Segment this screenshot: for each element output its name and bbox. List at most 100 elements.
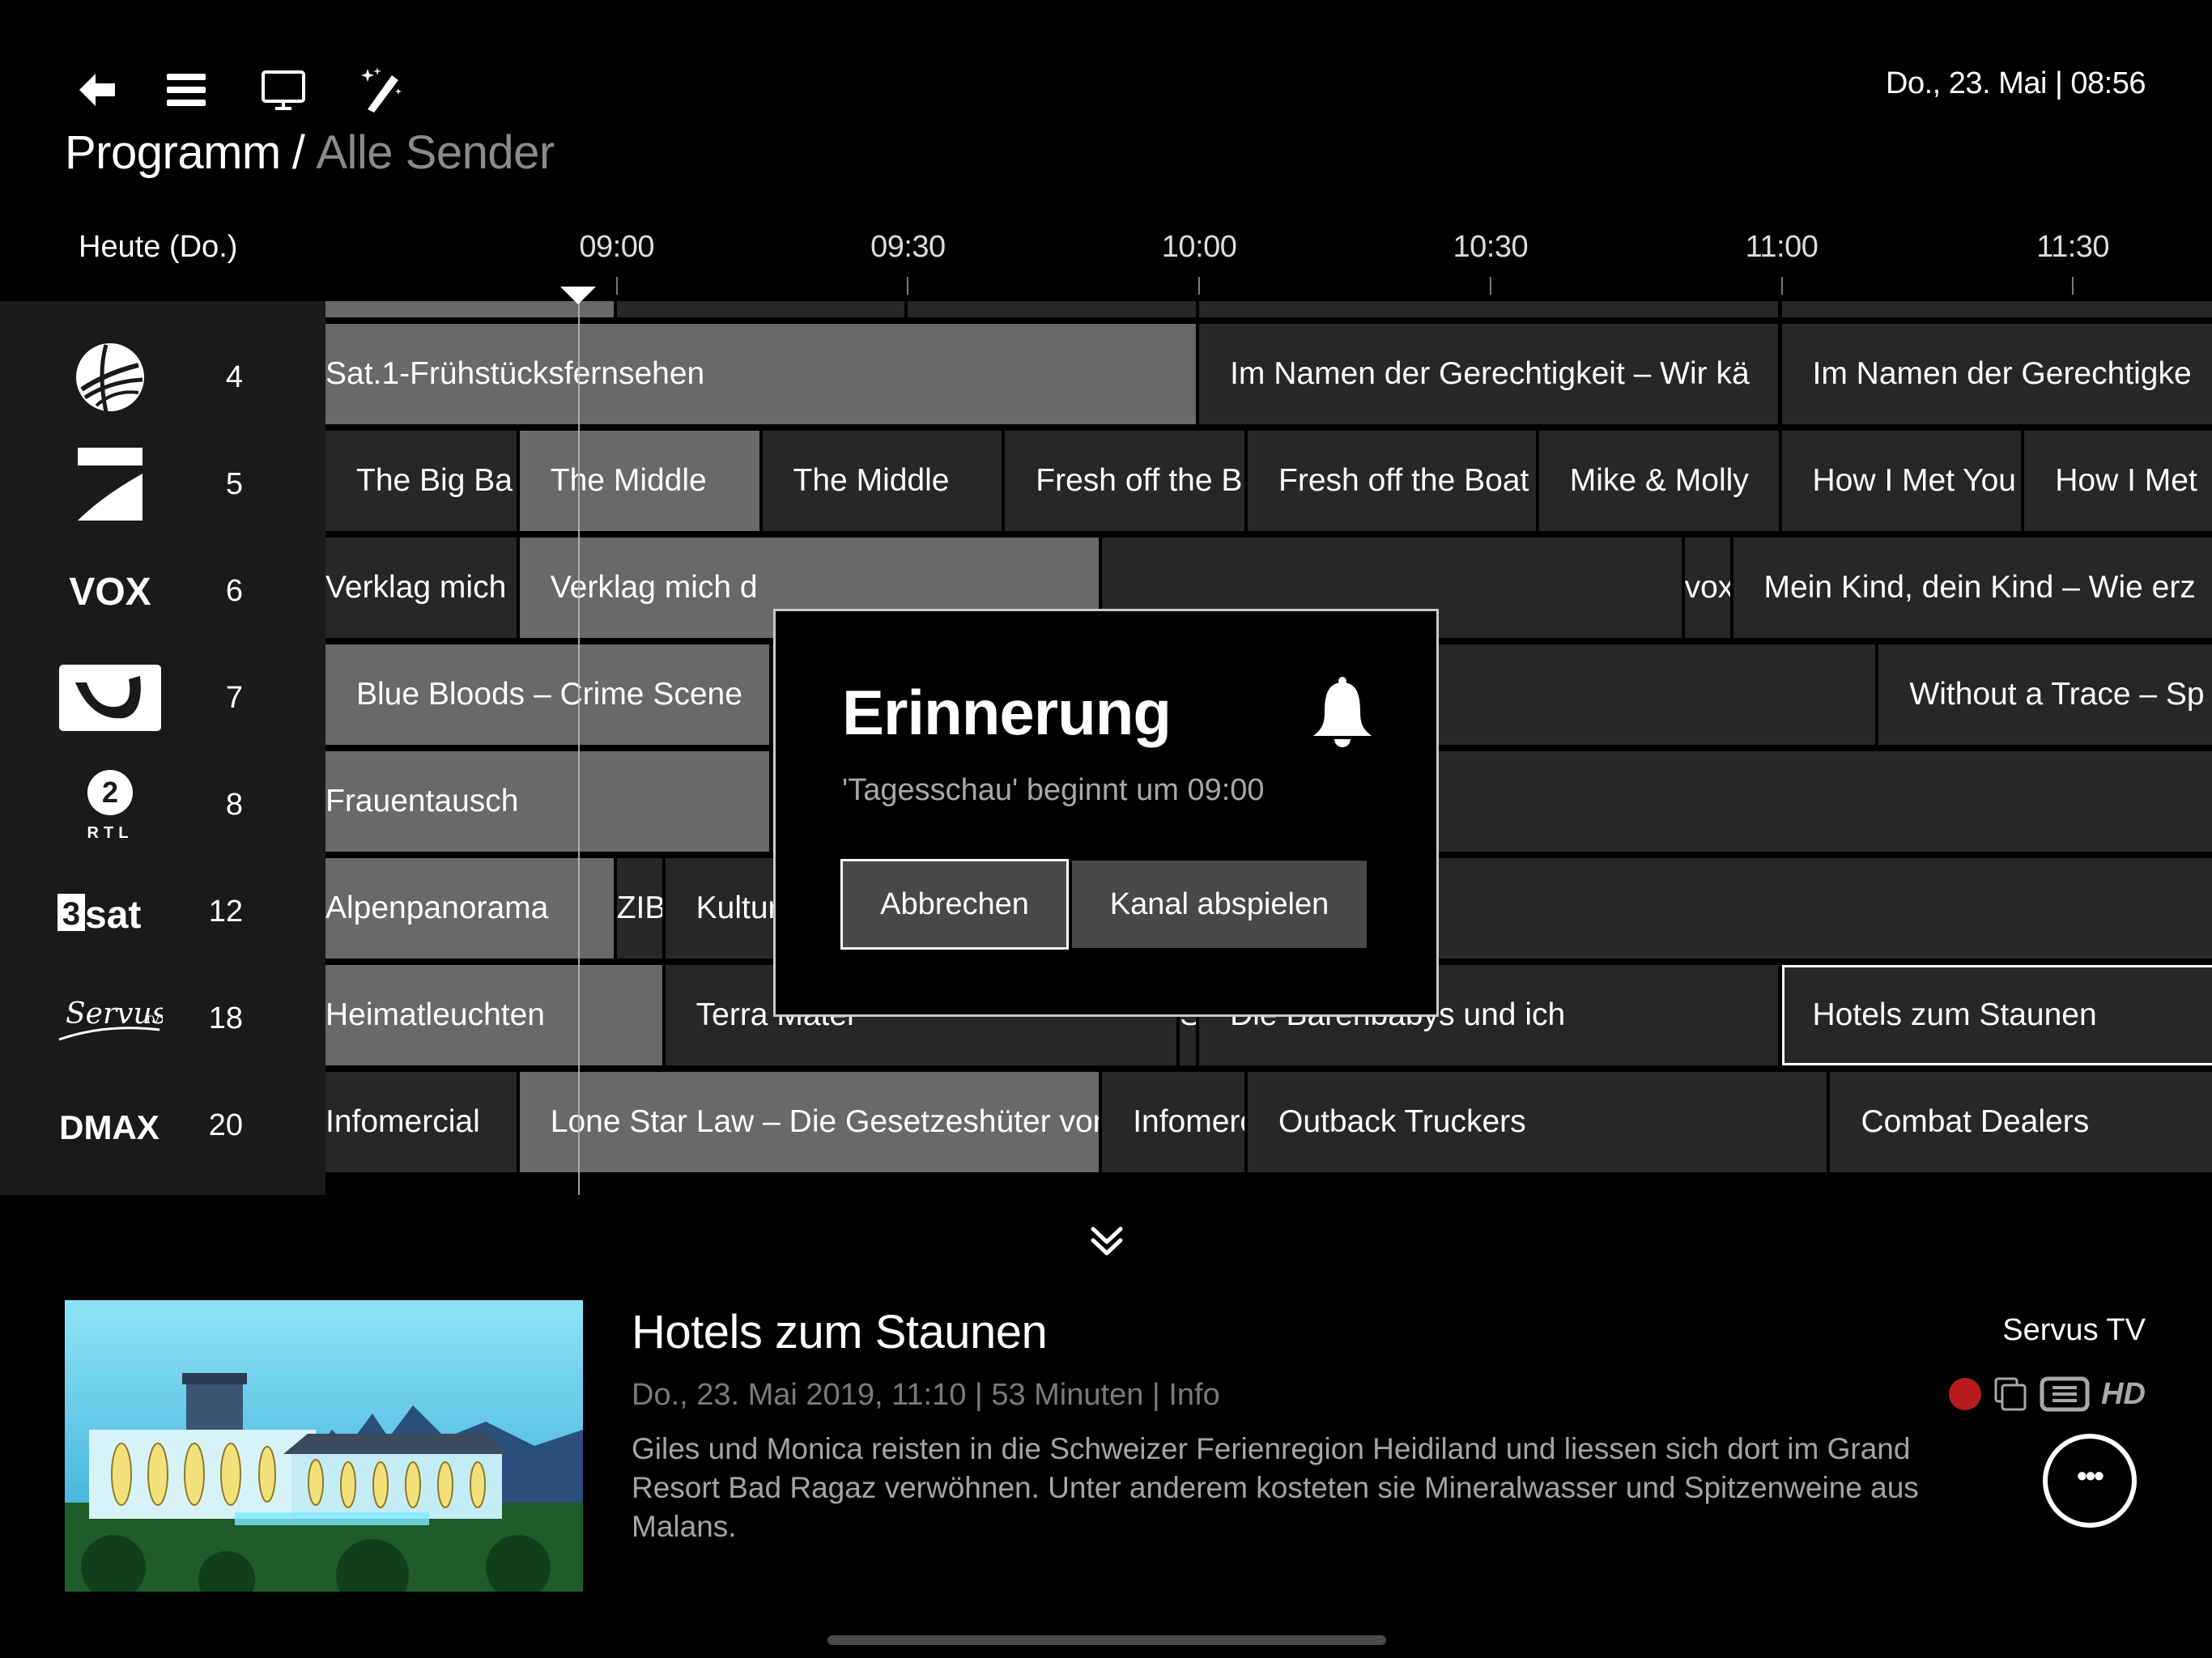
dmax-logo[interactable]: DMAX [55,1072,165,1179]
program-cell[interactable]: Without a Trace – Sp [1878,644,2212,745]
channel-number: 3 [186,301,243,324]
vox-logo[interactable]: VOX [55,538,165,644]
dialog-title: Erinnerung [842,677,1172,748]
channel-number: 8 [225,788,243,822]
time-tick-mark [1198,277,1201,295]
channel-number: 7 [225,681,243,715]
time-tick-mark [615,277,618,295]
channel-row: 5 The Big Ba The Middle The Middle Fresh off… [0,431,2212,538]
svg-text:TV: TV [145,1013,160,1026]
program-cell[interactable]: Im Namen der Gerechtigkeit – Wir kä [1199,324,1782,424]
program-cell[interactable]: Heimatleuchten [325,965,666,1065]
time-tick-label: 09:00 [579,230,654,264]
day-selector[interactable]: Heute (Do.) [79,230,237,265]
program-cell[interactable]: The Big Ba [325,431,520,531]
time-tick-label: 09:30 [870,230,946,264]
program-cell[interactable]: Mike & Molly [1538,431,1782,531]
program-cell[interactable]: Hotels zum Staunen [1781,965,2212,1065]
time-tick-label: 11:00 [1745,230,1819,264]
svg-text:2: 2 [102,776,118,809]
program-title: Hotels zum Staunen [632,1306,1048,1358]
play-channel-button[interactable]: Kanal abspielen [1072,861,1367,948]
tv-button[interactable] [251,62,316,118]
prosieben-logo[interactable] [55,431,165,538]
program-badges: HD [1949,1376,2146,1412]
hd-badge: HD [2101,1376,2146,1411]
channel-row: DMAX 20 Infomercial Lone Star Law – Die Ges… [0,1072,2212,1179]
rtl2-logo[interactable]: 2 RTL [55,751,165,858]
channel-number: 5 [225,467,243,501]
time-tick-label: 11:30 [2036,230,2110,264]
magic-wand-icon [361,67,402,113]
program-cell[interactable]: Unter uns [616,301,908,317]
channel-number: 4 [225,360,243,394]
channel-row: RTL3Gute Zeiten, schlechte ZeitenUnter u… [0,301,2212,324]
program-cell[interactable]: Alpenpanorama [325,858,617,959]
back-button[interactable] [65,62,130,118]
multiscreen-icon [1994,1377,2027,1411]
double-chevron-down-icon[interactable] [1087,1221,1127,1261]
menu-button[interactable] [154,62,219,118]
info-link[interactable]: Info [1168,1378,1219,1412]
time-tick-label: 10:30 [1453,230,1529,264]
servustv-logo[interactable]: Servus TV [55,965,165,1072]
program-cell[interactable]: Infomercial [325,1072,520,1172]
program-cell[interactable]: Lone Star Law – Die Gesetzeshüter von Te… [519,1072,1103,1172]
hamburger-menu-icon [167,74,206,106]
program-cell[interactable]: ZIB [616,858,666,959]
program-cell[interactable]: Verklag mich [325,538,520,638]
program-channel: Servus TV [2002,1313,2146,1347]
program-cell[interactable]: Sat.1-Frühstücksfernsehen [325,324,1200,424]
current-datetime: Do., 23. Mai | 08:56 [1886,66,2146,100]
breadcrumb-separator: / [291,126,305,179]
channel-number: 6 [225,574,243,608]
program-cell[interactable]: Infomercial [1102,1072,1249,1172]
channel-number: 12 [208,895,243,929]
home-indicator[interactable] [827,1635,1386,1645]
program-cell[interactable]: Frauentausch [325,751,772,852]
3sat-logo[interactable]: 3 sat [55,858,165,965]
program-cell[interactable]: Der Blaulicht-Report [1781,301,2212,317]
svg-text:DMAX: DMAX [59,1108,160,1146]
dialog-message: 'Tagesschau' beginnt um 09:00 [842,773,1265,807]
program-cell[interactable]: The Middle [519,431,763,531]
program-description: Giles und Monica reisten in die Schweize… [632,1432,1919,1543]
program-cell[interactable]: How I Met [2024,431,2212,531]
program-cell[interactable]: Fresh off the Boat [1248,431,1539,531]
program-cell[interactable]: Blue Bloods – Crime Scene [325,644,772,745]
arrow-left-icon [79,74,115,106]
cancel-button[interactable]: Abbrechen [840,859,1069,950]
breadcrumb-programm[interactable]: Programm [65,125,281,180]
breadcrumb-alle-sender[interactable]: Alle Sender [316,125,555,180]
monitor-icon [262,70,305,110]
kabel1-logo[interactable] [55,644,165,751]
channel-number: 20 [208,1108,243,1142]
sat1-logo[interactable] [55,324,165,431]
svg-text:sat: sat [85,894,141,936]
program-cell[interactable]: How I Met You [1781,431,2025,531]
program-cell[interactable]: vox [1684,538,1733,638]
time-tick-label: 10:00 [1161,230,1237,264]
timeline-header: Heute (Do.) 09:00 09:30 10:00 10:30 11:00 11:… [0,219,2212,300]
program-cell[interactable]: Outback Truckers [1248,1072,1831,1172]
record-dot-icon[interactable] [1949,1378,1982,1410]
rtl-logo[interactable]: RTL [55,301,165,324]
program-cell[interactable]: Mein Kind, dein Kind – Wie erz [1733,538,2212,638]
magic-button[interactable] [348,62,413,118]
now-line [577,301,580,1195]
svg-text:RTL: RTL [87,824,134,841]
program-thumbnail [65,1300,583,1592]
program-cell[interactable]: Der Blaulicht-Report [1199,301,1782,317]
time-tick-mark [2072,277,2074,295]
program-cell[interactable]: Combat Dealers [1830,1072,2212,1172]
time-tick-mark [907,277,909,295]
program-cell[interactable]: Alles was zählt [908,301,1200,317]
program-cell[interactable]: Im Namen der Gerechtigke [1781,324,2212,424]
program-meta-text: Do., 23. Mai 2019, 11:10 | 53 Minuten | [632,1378,1169,1412]
more-options-button[interactable]: ••• [2043,1434,2137,1528]
program-cell[interactable]: The Middle [762,431,1006,531]
now-marker-icon [559,287,596,304]
svg-text:VOX: VOX [69,571,151,611]
time-tick-mark [1489,277,1491,295]
program-cell[interactable]: Fresh off the B [1005,431,1249,531]
